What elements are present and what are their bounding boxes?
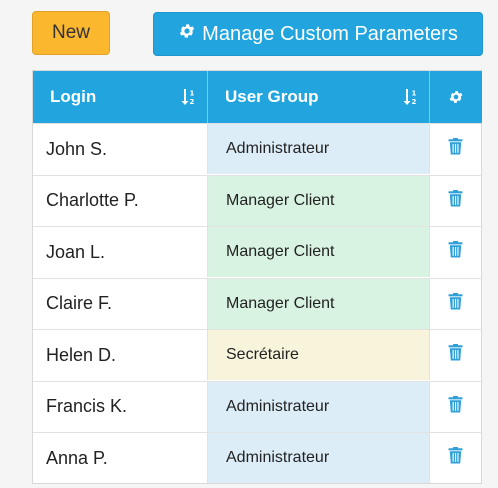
trash-icon[interactable] — [448, 241, 463, 263]
gear-icon — [178, 22, 196, 46]
user-group-cell: Manager Client — [208, 227, 430, 277]
svg-text:1: 1 — [190, 90, 195, 98]
user-group-cell: Administrateur — [208, 124, 430, 174]
column-header-login-label: Login — [50, 87, 97, 106]
manage-custom-parameters-button[interactable]: Manage Custom Parameters — [153, 12, 483, 56]
delete-cell — [430, 176, 481, 226]
user-group-cell: Manager Client — [208, 175, 430, 226]
new-button[interactable]: New — [32, 11, 110, 55]
trash-icon[interactable] — [448, 344, 463, 366]
table-row[interactable]: John S. Administrateur — [33, 123, 481, 174]
delete-cell — [430, 330, 481, 380]
login-cell: Joan L. — [33, 227, 208, 277]
login-cell: Charlotte P. — [33, 175, 208, 226]
column-header-user-group-label: User Group — [225, 87, 319, 106]
user-group-cell: Administrateur — [208, 433, 430, 483]
column-header-settings[interactable] — [430, 71, 482, 123]
table-row[interactable]: Anna P. Administrateur — [33, 432, 481, 483]
trash-icon[interactable] — [448, 292, 463, 315]
svg-text:1: 1 — [412, 90, 417, 98]
user-group-cell: Administrateur — [208, 381, 430, 432]
table-row[interactable]: Joan L. Manager Client — [33, 226, 481, 277]
table-row[interactable]: Francis K. Administrateur — [33, 380, 481, 432]
login-cell: John S. — [33, 124, 208, 174]
column-header-login[interactable]: Login 1 2 — [33, 71, 208, 123]
sort-icon[interactable]: 1 2 — [403, 88, 419, 106]
delete-cell — [430, 124, 481, 174]
table-row[interactable]: Charlotte P. Manager Client — [33, 174, 481, 226]
user-group-cell: Manager Client — [208, 278, 430, 329]
svg-text:2: 2 — [190, 98, 195, 106]
delete-cell — [430, 382, 481, 432]
delete-cell — [430, 279, 481, 329]
delete-cell — [430, 433, 481, 483]
delete-cell — [430, 227, 481, 277]
login-cell: Helen D. — [33, 330, 208, 380]
trash-icon[interactable] — [448, 138, 463, 160]
users-table: Login 1 2 User Group 1 2 John S. Administ… — [32, 70, 482, 484]
column-header-user-group[interactable]: User Group 1 2 — [208, 71, 430, 123]
svg-text:2: 2 — [412, 98, 417, 106]
trash-icon[interactable] — [448, 447, 463, 469]
trash-icon[interactable] — [448, 395, 463, 418]
table-row[interactable]: Helen D. Secrétaire — [33, 329, 481, 380]
manage-custom-parameters-label: Manage Custom Parameters — [202, 22, 458, 45]
gear-icon[interactable] — [448, 89, 464, 105]
user-group-cell: Secrétaire — [208, 330, 430, 380]
table-row[interactable]: Claire F. Manager Client — [33, 277, 481, 329]
login-cell: Francis K. — [33, 381, 208, 432]
login-cell: Claire F. — [33, 278, 208, 329]
trash-icon[interactable] — [448, 189, 463, 212]
sort-icon[interactable]: 1 2 — [181, 88, 197, 106]
login-cell: Anna P. — [33, 433, 208, 483]
